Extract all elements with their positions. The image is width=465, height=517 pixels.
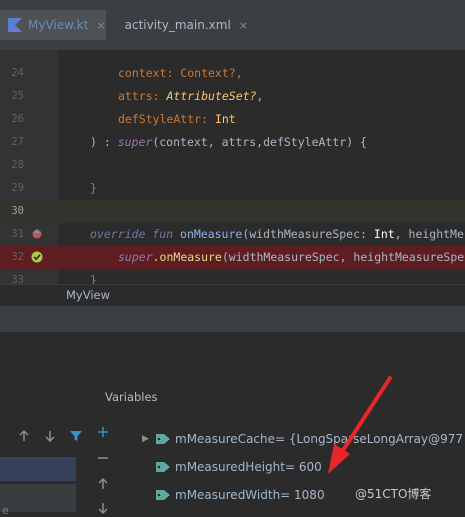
breakpoint-check-icon[interactable] xyxy=(31,251,43,263)
expand-arrow-icon[interactable]: ▶ xyxy=(142,434,150,444)
line-number: 29 xyxy=(4,177,24,200)
step-up-icon[interactable] xyxy=(16,428,32,444)
remove-watch-icon[interactable] xyxy=(95,450,111,466)
line-number: 31 xyxy=(4,223,24,246)
editor-tab-bar: MyView.kt × activity_main.xml × xyxy=(0,0,465,50)
code-line-current: 30 xyxy=(0,200,465,223)
field-tag-icon xyxy=(156,461,170,473)
variable-row[interactable]: mMeasuredHeight = 600 xyxy=(156,457,322,477)
breadcrumb-item[interactable]: MyView xyxy=(66,288,110,302)
line-number: 25 xyxy=(4,85,24,108)
tab-label: MyView.kt xyxy=(28,18,88,32)
line-number: 26 xyxy=(4,108,24,131)
line-number: 24 xyxy=(4,62,24,85)
breadcrumb: MyView xyxy=(0,284,465,307)
frame-row-selected[interactable] xyxy=(0,457,76,481)
code-text: ) : super(context, attrs,defStyleAttr) { xyxy=(90,131,367,154)
code-line: 25 attrs: AttributeSet?, xyxy=(0,85,465,108)
code-line: 27 ) : super(context, attrs,defStyleAttr… xyxy=(0,131,465,154)
code-line: 24 context: Context?, xyxy=(0,62,465,85)
override-marker-icon[interactable] xyxy=(30,228,44,240)
xml-file-icon xyxy=(118,19,119,31)
code-line: 31 override fun onMeasure(widthMeasureSp… xyxy=(0,223,465,246)
line-number: 28 xyxy=(4,154,24,177)
tab-activity-main-xml[interactable]: activity_main.xml × xyxy=(108,10,248,40)
code-text: attrs: AttributeSet?, xyxy=(118,85,263,108)
code-line: 33 } xyxy=(0,269,465,284)
code-line: 29 } xyxy=(0,177,465,200)
move-up-icon[interactable] xyxy=(95,476,111,492)
tab-label: activity_main.xml xyxy=(125,18,231,32)
code-line-breakpoint: 32 super.onMeasure(widthMeasureSpec, hei… xyxy=(0,246,465,269)
annotation-arrow-icon xyxy=(300,370,410,480)
watermark: @51CTO博客 xyxy=(355,485,431,502)
variables-header: Variables xyxy=(105,390,158,404)
code-text: super.onMeasure(widthMeasureSpec, height… xyxy=(118,246,464,269)
tab-myview-kt[interactable]: MyView.kt × xyxy=(0,10,106,40)
variable-row[interactable]: mMeasuredWidth = 1080 xyxy=(156,485,325,505)
tool-window-strip xyxy=(0,306,465,332)
add-watch-icon[interactable] xyxy=(95,424,111,440)
code-line: 26 defStyleAttr: Int xyxy=(0,108,465,131)
move-down-icon[interactable] xyxy=(95,500,111,516)
line-number: 32 xyxy=(4,246,24,269)
code-text: defStyleAttr: Int xyxy=(118,108,236,131)
line-number: 30 xyxy=(4,200,24,223)
line-number: 33 xyxy=(4,269,24,284)
frame-row[interactable] xyxy=(0,484,76,512)
code-line: 28 xyxy=(0,154,465,177)
line-number: 27 xyxy=(4,131,24,154)
filter-icon[interactable] xyxy=(68,428,84,444)
close-icon[interactable]: × xyxy=(239,19,248,32)
close-icon[interactable]: × xyxy=(96,19,105,32)
code-text: } xyxy=(90,269,97,284)
kotlin-file-icon xyxy=(8,18,22,32)
step-down-icon[interactable] xyxy=(42,428,58,444)
field-tag-icon xyxy=(156,489,170,501)
code-text: override fun onMeasure(widthMeasureSpec:… xyxy=(90,223,464,246)
field-tag-icon xyxy=(156,433,170,445)
code-text: context: Context?, xyxy=(118,62,243,85)
code-text: } xyxy=(90,177,97,200)
code-editor[interactable]: 24 context: Context?, 25 attrs: Attribut… xyxy=(0,50,465,284)
